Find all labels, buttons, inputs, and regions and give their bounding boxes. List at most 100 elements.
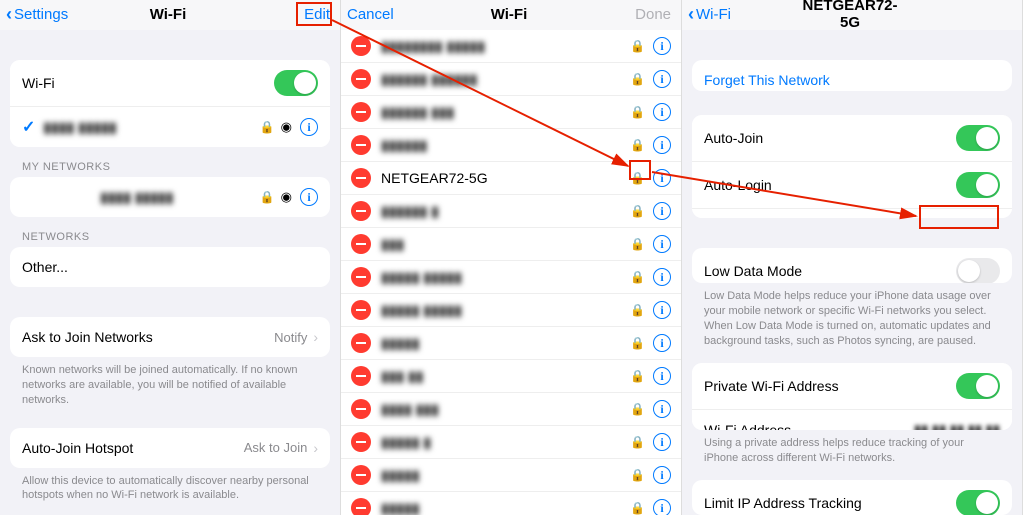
remove-icon[interactable] — [351, 234, 371, 254]
edit-button[interactable]: Edit — [304, 6, 330, 23]
network-edit-row[interactable]: ▮▮▮▮▮▮🔒i — [341, 129, 681, 162]
info-icon[interactable]: i — [653, 367, 671, 385]
low-data-note: Low Data Mode helps reduce your iPhone d… — [682, 283, 1022, 348]
auto-join-hotspot-row[interactable]: Auto-Join Hotspot Ask to Join › — [10, 428, 330, 468]
ask-label: Ask to Join Networks — [22, 329, 274, 345]
info-icon[interactable]: i — [653, 103, 671, 121]
remove-icon[interactable] — [351, 300, 371, 320]
back-chevron-icon[interactable]: ‹ — [6, 4, 12, 25]
info-icon[interactable]: i — [653, 400, 671, 418]
wifi-address-row: Wi-Fi Address ▮▮ ▮▮ ▮▮ ▮▮ ▮▮ — [692, 410, 1012, 430]
wifi-address-value: ▮▮ ▮▮ ▮▮ ▮▮ ▮▮ — [914, 422, 1000, 430]
network-edit-row[interactable]: ▮▮▮▮▮▮▮▮ ▮▮▮▮▮ 🔒 i — [341, 30, 681, 63]
network-edit-row[interactable]: ▮▮▮▮▮▮ ▮🔒i — [341, 195, 681, 228]
low-data-mode-row: Low Data Mode — [692, 248, 1012, 283]
network-name: ▮▮▮▮▮▮ — [381, 137, 622, 154]
remove-icon[interactable] — [351, 36, 371, 56]
network-edit-row[interactable]: ▮▮▮▮▮▮ ▮▮▮▮▮▮🔒i — [341, 63, 681, 96]
network-edit-row[interactable]: ▮▮▮▮▮🔒i — [341, 492, 681, 515]
remove-icon[interactable] — [351, 201, 371, 221]
network-edit-row[interactable]: ▮▮▮▮▮▮ ▮▮▮🔒i — [341, 96, 681, 129]
auto-join-row: Auto-Join — [692, 115, 1012, 162]
info-icon[interactable]: i — [653, 37, 671, 55]
auto-join-label: Auto-Join — [704, 130, 956, 146]
auto-login-row: Auto-Login — [692, 162, 1012, 209]
ask-value: Notify — [274, 330, 307, 345]
forget-network-row[interactable]: Forget This Network — [692, 60, 1012, 91]
info-icon[interactable]: i — [300, 188, 318, 206]
done-button[interactable]: Done — [635, 6, 671, 23]
private-address-note: Using a private address helps reduce tra… — [682, 430, 1022, 466]
auto-login-toggle[interactable] — [956, 172, 1000, 198]
password-row[interactable]: Password ●●●●●●●●●●● — [692, 209, 1012, 218]
remove-icon[interactable] — [351, 498, 371, 515]
check-icon: ✓ — [22, 117, 35, 137]
network-edit-row[interactable]: ▮▮▮▮▮ ▮▮▮▮▮🔒i — [341, 294, 681, 327]
network-edit-row[interactable]: ▮▮▮🔒i — [341, 228, 681, 261]
network-detail-pane: ‹ Wi-Fi NETGEAR72-5G Forget This Network… — [682, 0, 1023, 515]
network-edit-row[interactable]: ▮▮▮▮▮ ▮▮▮▮▮🔒i — [341, 261, 681, 294]
network-edit-row[interactable]: ▮▮▮▮ ▮▮▮🔒i — [341, 393, 681, 426]
connected-network-row[interactable]: ✓ ▮▮▮▮ ▮▮▮▮▮ 🔒 ◉ i — [10, 107, 330, 147]
private-address-toggle[interactable] — [956, 373, 1000, 399]
remove-icon[interactable] — [351, 333, 371, 353]
network-name: ▮▮▮▮▮▮▮▮ ▮▮▮▮▮ — [381, 38, 622, 55]
info-icon[interactable]: i — [653, 136, 671, 154]
remove-icon[interactable] — [351, 399, 371, 419]
info-icon[interactable]: i — [300, 118, 318, 136]
info-icon[interactable]: i — [653, 169, 671, 187]
network-edit-row[interactable]: ▮▮▮ ▮▮🔒i — [341, 360, 681, 393]
known-network-row[interactable]: ▮▮▮▮ ▮▮▮▮▮ 🔒 ◉ i — [10, 177, 330, 217]
info-icon[interactable]: i — [653, 268, 671, 286]
known-network-name: ▮▮▮▮ ▮▮▮▮▮ — [22, 189, 252, 206]
low-data-toggle[interactable] — [956, 258, 1000, 283]
info-icon[interactable]: i — [653, 334, 671, 352]
lock-icon: 🔒 — [630, 336, 645, 350]
remove-icon[interactable] — [351, 135, 371, 155]
network-name: ▮▮▮▮▮ — [381, 500, 622, 515]
network-edit-row[interactable]: ▮▮▮▮▮🔒i — [341, 327, 681, 360]
lock-icon: 🔒 — [630, 105, 645, 119]
lock-icon: 🔒 — [260, 120, 275, 134]
auto-join-toggle[interactable] — [956, 125, 1000, 151]
remove-icon[interactable] — [351, 366, 371, 386]
other-network-row[interactable]: Other... — [10, 247, 330, 287]
remove-icon[interactable] — [351, 102, 371, 122]
lock-icon: 🔒 — [630, 39, 645, 53]
remove-icon[interactable] — [351, 267, 371, 287]
my-networks-header: MY NETWORKS — [0, 147, 340, 177]
back-settings-link[interactable]: Settings — [14, 6, 68, 23]
networks-header: NETWORKS — [0, 217, 340, 247]
lock-icon: 🔒 — [630, 303, 645, 317]
info-icon[interactable]: i — [653, 235, 671, 253]
remove-icon[interactable] — [351, 168, 371, 188]
info-icon[interactable]: i — [653, 466, 671, 484]
network-edit-row[interactable]: NETGEAR72-5G🔒i — [341, 162, 681, 195]
network-edit-row[interactable]: ▮▮▮▮▮ ▮🔒i — [341, 426, 681, 459]
wifi-settings-pane: ‹ Settings Wi-Fi Edit Wi-Fi ✓ ▮▮▮▮ ▮▮▮▮▮… — [0, 0, 341, 515]
back-wifi-link[interactable]: Wi-Fi — [696, 6, 731, 23]
lock-icon: 🔒 — [630, 204, 645, 218]
info-icon[interactable]: i — [653, 499, 671, 515]
remove-icon[interactable] — [351, 69, 371, 89]
connected-network-name: ▮▮▮▮ ▮▮▮▮▮ — [43, 119, 251, 136]
network-edit-row[interactable]: ▮▮▮▮▮🔒i — [341, 459, 681, 492]
lock-icon: 🔒 — [630, 435, 645, 449]
remove-icon[interactable] — [351, 432, 371, 452]
limit-ip-label: Limit IP Address Tracking — [704, 495, 956, 511]
nav-bar: ‹ Wi-Fi NETGEAR72-5G — [682, 0, 1022, 30]
ask-to-join-row[interactable]: Ask to Join Networks Notify › — [10, 317, 330, 357]
info-icon[interactable]: i — [653, 202, 671, 220]
other-label: Other... — [22, 259, 318, 275]
info-icon[interactable]: i — [653, 70, 671, 88]
back-chevron-icon[interactable]: ‹ — [688, 4, 694, 25]
limit-ip-toggle[interactable] — [956, 490, 1000, 515]
wifi-toggle[interactable] — [274, 70, 318, 96]
info-icon[interactable]: i — [653, 433, 671, 451]
network-name: ▮▮▮ ▮▮ — [381, 368, 622, 385]
info-icon[interactable]: i — [653, 301, 671, 319]
remove-icon[interactable] — [351, 465, 371, 485]
private-address-label: Private Wi-Fi Address — [704, 378, 956, 394]
cancel-button[interactable]: Cancel — [347, 6, 394, 23]
network-edit-list[interactable]: ▮▮▮▮▮▮▮▮ ▮▮▮▮▮🔒i▮▮▮▮▮▮ ▮▮▮▮▮▮🔒i▮▮▮▮▮▮ ▮▮… — [341, 30, 681, 515]
